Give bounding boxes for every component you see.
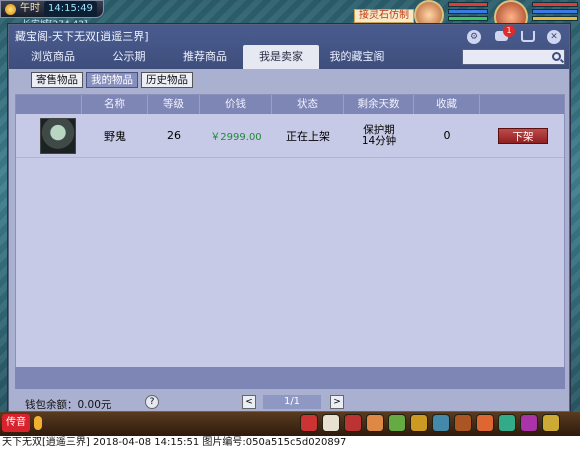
item-favorites: 0 bbox=[443, 129, 451, 142]
days-line-1: 保护期 bbox=[363, 123, 395, 136]
items-table: 名称 等级 价钱 状态 剩余天数 收藏 野鬼 26 ￥2999.00 正在上架 … bbox=[15, 94, 565, 388]
screenshot-status-line: 天下无双[逍遥三界] 2018-04-08 14:15:51 图片编号:050a… bbox=[0, 436, 580, 450]
tab-seller[interactable]: 我是卖家 bbox=[243, 45, 319, 69]
player-mp-bar bbox=[532, 9, 578, 14]
subtab-history[interactable]: 历史物品 bbox=[141, 72, 193, 88]
item-cell bbox=[16, 117, 82, 154]
pet-exp-bar bbox=[448, 16, 488, 21]
delist-button[interactable]: 下架 bbox=[498, 127, 548, 144]
seller-panel: 寄售物品 我的物品 历史物品 名称 等级 价钱 状态 剩余天数 收藏 野鬼 26 bbox=[9, 69, 569, 411]
hotbar-slot-icon[interactable] bbox=[454, 414, 472, 432]
hotbar-slot-icon[interactable] bbox=[322, 414, 340, 432]
item-level: 26 bbox=[167, 129, 181, 142]
wallet-balance: 钱包余额：0.00元 bbox=[25, 399, 112, 411]
table-header: 名称 等级 价钱 状态 剩余天数 收藏 bbox=[16, 95, 564, 114]
table-row[interactable]: 野鬼 26 ￥2999.00 正在上架 保护期 14分钟 0 下架 bbox=[16, 114, 564, 158]
message-count-badge: 1 bbox=[503, 25, 515, 37]
subtab-my-items[interactable]: 我的物品 bbox=[86, 72, 138, 88]
header-status: 状态 bbox=[272, 95, 344, 114]
microphone-icon[interactable] bbox=[34, 416, 42, 430]
hotbar-slot-icon[interactable] bbox=[388, 414, 406, 432]
hotbar-slot-icon[interactable] bbox=[542, 414, 560, 432]
hotbar-slot-icon[interactable] bbox=[344, 414, 362, 432]
player-hp-bar bbox=[532, 2, 578, 7]
header-name: 名称 bbox=[82, 95, 148, 114]
help-icon[interactable]: ? bbox=[145, 395, 159, 409]
days-line-2: 14分钟 bbox=[361, 134, 397, 147]
hotbar-slot-icon[interactable] bbox=[520, 414, 538, 432]
item-price: ￥2999.00 bbox=[210, 132, 262, 143]
player-anger-bar bbox=[532, 16, 578, 21]
sub-tabs: 寄售物品 我的物品 历史物品 bbox=[31, 72, 193, 88]
window-titlebar[interactable]: 藏宝阁-天下无双[逍遥三界] ⚙ 1 ✕ 浏览商品 公示期 推荐商品 我是卖家 … bbox=[9, 25, 569, 69]
header-days-left: 剩余天数 bbox=[344, 95, 414, 114]
quest-tip[interactable]: 接灵石仿制 bbox=[354, 9, 414, 23]
item-days-left: 保护期 14分钟 bbox=[344, 123, 414, 147]
prev-page-button[interactable]: < bbox=[242, 395, 256, 409]
window-title: 藏宝阁-天下无双[逍遥三界] bbox=[15, 30, 149, 43]
hotbar-slot-icon[interactable] bbox=[366, 414, 384, 432]
tab-recommended[interactable]: 推荐商品 bbox=[167, 45, 243, 69]
treasure-pavilion-window: 藏宝阁-天下无双[逍遥三界] ⚙ 1 ✕ 浏览商品 公示期 推荐商品 我是卖家 … bbox=[8, 24, 570, 412]
header-icon-spacer bbox=[16, 95, 82, 114]
clock-time: 14:15:49 bbox=[44, 1, 97, 17]
sun-icon bbox=[5, 3, 16, 15]
close-icon[interactable]: ✕ bbox=[547, 30, 561, 44]
pet-mp-bar bbox=[448, 9, 488, 14]
page-indicator: 1/1 bbox=[263, 395, 321, 409]
hotbar-slot-icon[interactable] bbox=[300, 414, 318, 432]
game-clock: 午时 14:15:49 bbox=[0, 0, 104, 18]
next-page-button[interactable]: > bbox=[330, 395, 344, 409]
pet-hp-bar bbox=[448, 2, 488, 7]
header-action-spacer bbox=[480, 95, 564, 114]
subtab-consignment[interactable]: 寄售物品 bbox=[31, 72, 83, 88]
table-footer-band bbox=[15, 367, 565, 389]
search-input[interactable] bbox=[462, 49, 565, 65]
ghost-pet-icon[interactable] bbox=[40, 117, 76, 154]
main-tabs: 浏览商品 公示期 推荐商品 我是卖家 我的藏宝阁 bbox=[15, 45, 395, 69]
item-name: 野鬼 bbox=[104, 129, 126, 143]
settings-gear-icon[interactable]: ⚙ bbox=[467, 30, 481, 44]
messages-button[interactable]: 1 bbox=[495, 25, 515, 43]
action-cell: 下架 bbox=[480, 127, 564, 144]
item-status: 正在上架 bbox=[286, 129, 330, 143]
hotbar-slot-icon[interactable] bbox=[476, 414, 494, 432]
shopping-cart-icon[interactable] bbox=[521, 31, 535, 42]
voice-chat-button[interactable]: 传音 bbox=[2, 414, 30, 432]
header-favorites: 收藏 bbox=[414, 95, 480, 114]
header-price: 价钱 bbox=[200, 95, 272, 114]
time-period: 午时 bbox=[20, 3, 40, 14]
tab-public-period[interactable]: 公示期 bbox=[91, 45, 167, 69]
tab-my-pavilion[interactable]: 我的藏宝阁 bbox=[319, 45, 395, 69]
search-icon[interactable] bbox=[552, 52, 561, 61]
hotbar-slot-icon[interactable] bbox=[410, 414, 428, 432]
hotbar-slot-icon[interactable] bbox=[432, 414, 450, 432]
header-level: 等级 bbox=[148, 95, 200, 114]
hotbar-slot-icon[interactable] bbox=[498, 414, 516, 432]
tab-browse[interactable]: 浏览商品 bbox=[15, 45, 91, 69]
